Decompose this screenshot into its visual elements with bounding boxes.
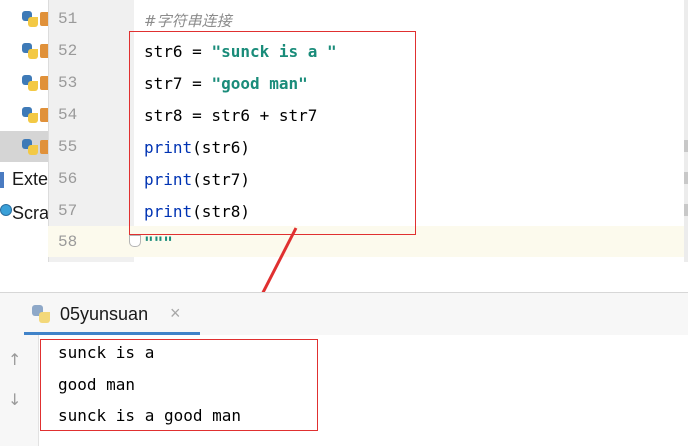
line-number: 57 xyxy=(58,202,78,220)
down-arrow-icon[interactable]: ↓ xyxy=(8,390,21,409)
run-tab-label: 05yunsuan xyxy=(60,304,149,324)
file-name-fragment xyxy=(40,44,48,58)
active-tab-indicator xyxy=(24,332,200,335)
scrollbar-marker xyxy=(684,140,688,152)
project-file-row[interactable] xyxy=(0,67,48,98)
editor-scrollbar[interactable] xyxy=(684,0,688,262)
line-number: 55 xyxy=(58,138,78,156)
scrollbar-marker xyxy=(684,204,688,216)
scratches-icon xyxy=(0,204,12,216)
file-name-fragment xyxy=(40,12,48,26)
run-toolbar-separator xyxy=(38,335,39,446)
line-number: 56 xyxy=(58,170,78,188)
python-file-icon xyxy=(22,43,38,59)
python-file-icon xyxy=(22,107,38,123)
code-string: """ xyxy=(144,233,173,252)
scrollbar-marker xyxy=(684,172,688,184)
code-comment: #字符串连接 xyxy=(144,12,232,30)
project-file-row[interactable] xyxy=(0,3,48,34)
project-panel: Exte Scra xyxy=(0,0,48,262)
fold-icon[interactable] xyxy=(129,235,141,247)
line-number-gutter xyxy=(48,0,135,262)
python-file-icon xyxy=(22,139,38,155)
project-file-row[interactable] xyxy=(0,99,48,130)
close-icon[interactable]: × xyxy=(170,303,181,324)
up-arrow-icon[interactable]: ↑ xyxy=(8,350,21,369)
python-file-icon xyxy=(22,75,38,91)
file-name-fragment xyxy=(40,140,48,154)
python-file-icon xyxy=(32,305,50,323)
external-libraries-row[interactable]: Exte xyxy=(0,165,48,196)
line-number: 53 xyxy=(58,74,78,92)
project-file-row[interactable] xyxy=(0,35,48,66)
project-file-row-selected[interactable] xyxy=(0,131,48,162)
file-name-fragment xyxy=(40,108,48,122)
code-highlight-box xyxy=(129,31,416,235)
line-number: 54 xyxy=(58,106,78,124)
output-highlight-box xyxy=(40,339,318,431)
file-name-fragment xyxy=(40,76,48,90)
scratches-row[interactable]: Scra xyxy=(0,199,48,230)
python-file-icon xyxy=(22,11,38,27)
line-number: 58 xyxy=(58,233,78,251)
line-number: 52 xyxy=(58,42,78,60)
code-line: """ xyxy=(144,233,173,252)
line-number: 51 xyxy=(58,10,78,28)
external-libraries-icon xyxy=(0,172,4,188)
scratches-label: Scra xyxy=(12,203,48,223)
external-libraries-label: Exte xyxy=(12,169,48,189)
